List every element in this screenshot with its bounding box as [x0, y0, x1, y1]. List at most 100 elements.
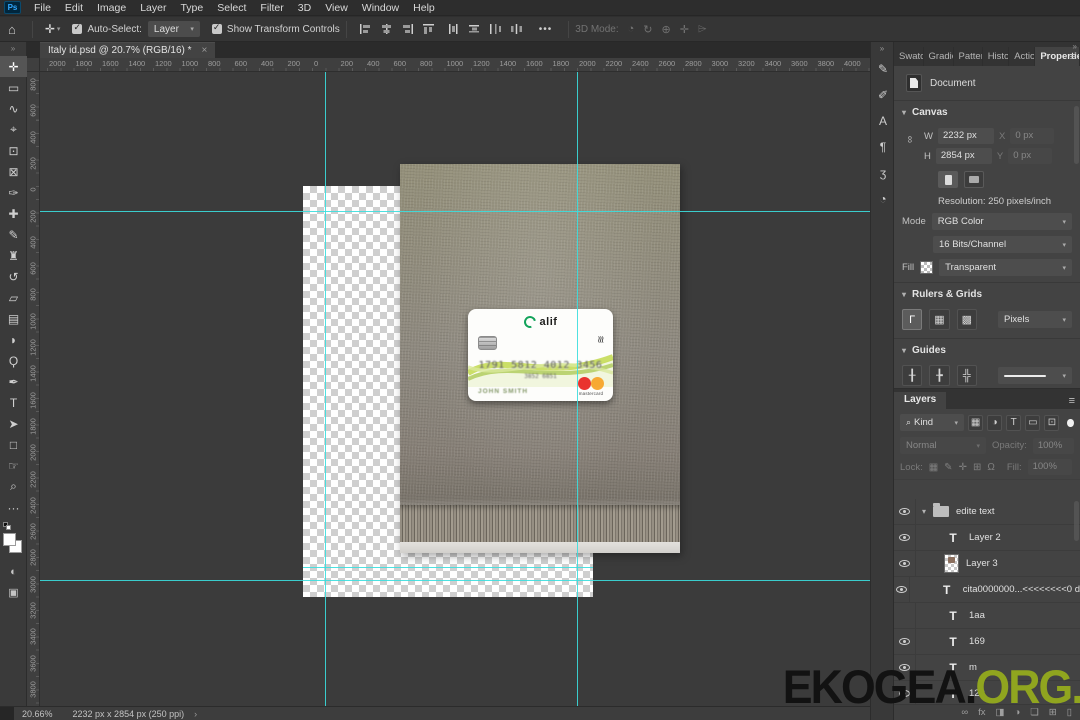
type-tool[interactable]: T	[0, 392, 27, 413]
tab-gradients[interactable]: Gradie	[924, 47, 954, 66]
layer-visibility-toggle[interactable]	[894, 577, 910, 602]
edit-toolbar-button[interactable]: ···	[0, 497, 27, 518]
lock-position-icon[interactable]: ✛	[959, 462, 967, 473]
layer-name[interactable]: 1aa	[969, 610, 985, 621]
link-dimensions-icon[interactable]: ∞	[904, 136, 915, 143]
move-tool-preset-icon[interactable]: ✛	[39, 22, 57, 36]
3d-roll-icon[interactable]: ↻	[643, 23, 652, 36]
ruler-toggle-icon[interactable]: Γ	[902, 309, 923, 330]
document-tab[interactable]: Italy id.psd @ 20.7% (RGB/16) * ×	[40, 42, 216, 58]
layer-visibility-toggle[interactable]	[894, 629, 916, 654]
menu-item[interactable]: Window	[355, 0, 406, 16]
hand-tool[interactable]: ☞	[0, 455, 27, 476]
libraries-panel-icon[interactable]: ◔	[871, 186, 895, 212]
filter-smart-objects-icon[interactable]: ⊡	[1044, 414, 1060, 431]
rectangle-tool[interactable]: □	[0, 434, 27, 455]
align-center-h-icon[interactable]	[380, 23, 393, 35]
zoom-tool[interactable]: ⌕	[0, 476, 27, 497]
filter-toggle-icon[interactable]	[1067, 418, 1075, 427]
properties-scrollbar[interactable]	[1074, 106, 1079, 164]
y-field[interactable]: 0 px	[1008, 148, 1053, 164]
layer-row[interactable]: ▾ T Layer 2	[894, 525, 1080, 551]
bit-depth-dropdown[interactable]: 16 Bits/Channel	[933, 236, 1072, 253]
layer-visibility-toggle[interactable]	[894, 499, 916, 524]
default-colors-icon[interactable]	[3, 522, 12, 530]
move-tool[interactable]: ✛	[0, 56, 27, 77]
new-guide-icon[interactable]: ╂	[902, 365, 923, 386]
tab-patterns[interactable]: Patter	[954, 47, 983, 66]
layer-name[interactable]: 169	[969, 636, 985, 647]
brush-tool[interactable]: ✎	[0, 224, 27, 245]
canvas-section-header[interactable]: ▾ Canvas	[894, 101, 1080, 122]
lock-guides-icon[interactable]: ╬	[956, 365, 977, 386]
show-transform-checkbox[interactable]	[211, 22, 222, 34]
units-dropdown[interactable]: Pixels	[997, 311, 1072, 328]
panels-collapse-icon[interactable]: »	[1073, 42, 1077, 51]
layer-row[interactable]: ▾ T 169	[894, 629, 1080, 655]
lock-all-icon[interactable]: Ω	[987, 462, 994, 473]
guide-vertical-2[interactable]	[577, 72, 578, 706]
layer-row[interactable]: ▾ T cita0000000...<<<<<<<<0 d	[894, 577, 1080, 603]
pixel-grid-toggle-icon[interactable]: ▩	[956, 309, 977, 330]
brush-settings-icon[interactable]: ✎	[871, 56, 895, 82]
filter-adjustment-layers-icon[interactable]: ◑	[987, 414, 1003, 431]
guide-layout-icon[interactable]: ╊	[929, 365, 950, 386]
filter-pixel-layers-icon[interactable]: ▦	[968, 414, 984, 431]
ruler-horizontal[interactable]: 2000 1800 1600 1400 1200 1000 800 600 400 200 0 200…	[40, 58, 870, 72]
menu-item[interactable]: Edit	[58, 0, 90, 16]
lock-transparency-icon[interactable]: ▦	[929, 462, 938, 473]
menu-item[interactable]: Select	[210, 0, 253, 16]
eyedropper-tool[interactable]: ✑	[0, 182, 27, 203]
guide-horizontal-1[interactable]	[40, 211, 870, 212]
layer-visibility-toggle[interactable]	[894, 525, 916, 550]
layers-menu-icon[interactable]: ≡	[1069, 395, 1075, 407]
crop-tool[interactable]: ⊡	[0, 140, 27, 161]
frame-tool[interactable]: ⊠	[0, 161, 27, 182]
menu-item[interactable]: 3D	[291, 0, 318, 16]
distribute-bottom-icon[interactable]	[489, 23, 502, 35]
guide-horizontal-2[interactable]	[303, 567, 593, 568]
distribute-top-icon[interactable]	[447, 23, 460, 35]
menu-item[interactable]: Filter	[253, 0, 290, 16]
tab-swatches[interactable]: Swatc	[894, 47, 924, 66]
quick-mask-button[interactable]: ◐	[0, 562, 27, 582]
color-mode-dropdown[interactable]: RGB Color	[931, 213, 1072, 230]
layer-name[interactable]: Layer 3	[966, 558, 998, 569]
height-field[interactable]: 2854 px	[935, 148, 992, 164]
guide-horizontal-3[interactable]	[40, 580, 870, 581]
auto-select-checkbox[interactable]	[72, 22, 83, 34]
canvas-area[interactable]: alif ≋ 1791 5812 4012 3456 3852 6851 JOH…	[27, 58, 870, 706]
menu-item[interactable]: Type	[173, 0, 210, 16]
guides-section-header[interactable]: ▾ Guides	[894, 339, 1080, 360]
rectangular-marquee-tool[interactable]: ▭	[0, 77, 27, 98]
distribute-spacing-icon[interactable]	[510, 23, 523, 35]
align-left-icon[interactable]	[359, 23, 372, 35]
width-field[interactable]: 2232 px	[937, 128, 994, 144]
opacity-field[interactable]: 100%	[1032, 437, 1074, 454]
toolbar-collapse-icon[interactable]: »	[0, 42, 26, 56]
paragraph-panel-icon[interactable]: ¶	[871, 134, 895, 160]
filter-type-layers-icon[interactable]: T	[1006, 414, 1022, 431]
pen-tool[interactable]: ✒	[0, 371, 27, 392]
object-selection-tool[interactable]: ⌖	[0, 119, 27, 140]
glyphs-panel-icon[interactable]: ʒ	[871, 160, 895, 186]
align-top-icon[interactable]	[422, 23, 435, 35]
grid-toggle-icon[interactable]: ▦	[929, 309, 950, 330]
group-caret-icon[interactable]: ▾	[922, 507, 926, 516]
filter-shape-layers-icon[interactable]: ▭	[1025, 414, 1041, 431]
distribute-center-h-icon[interactable]	[468, 23, 481, 35]
gradient-tool[interactable]: ▤	[0, 308, 27, 329]
eraser-tool[interactable]: ▱	[0, 287, 27, 308]
character-panel-icon[interactable]: A	[871, 108, 895, 134]
blur-tool[interactable]: ◗	[0, 329, 27, 350]
layer-name[interactable]: cita0000000...<<<<<<<<0 d	[963, 584, 1080, 595]
3d-pan-icon[interactable]: ⊕	[662, 23, 671, 36]
panel-menu-icon[interactable]: ≡	[1070, 51, 1076, 63]
layer-row[interactable]: ▾ T Layer 3	[894, 551, 1080, 577]
kind-filter-dropdown[interactable]: ⌕ Kind	[900, 414, 964, 431]
portrait-orientation-button[interactable]	[938, 171, 958, 188]
3d-camera-icon[interactable]: ⌲	[698, 23, 707, 36]
history-brush-tool[interactable]: ↺	[0, 266, 27, 287]
layer-visibility-toggle[interactable]	[894, 551, 916, 576]
menu-item[interactable]: View	[318, 0, 355, 16]
